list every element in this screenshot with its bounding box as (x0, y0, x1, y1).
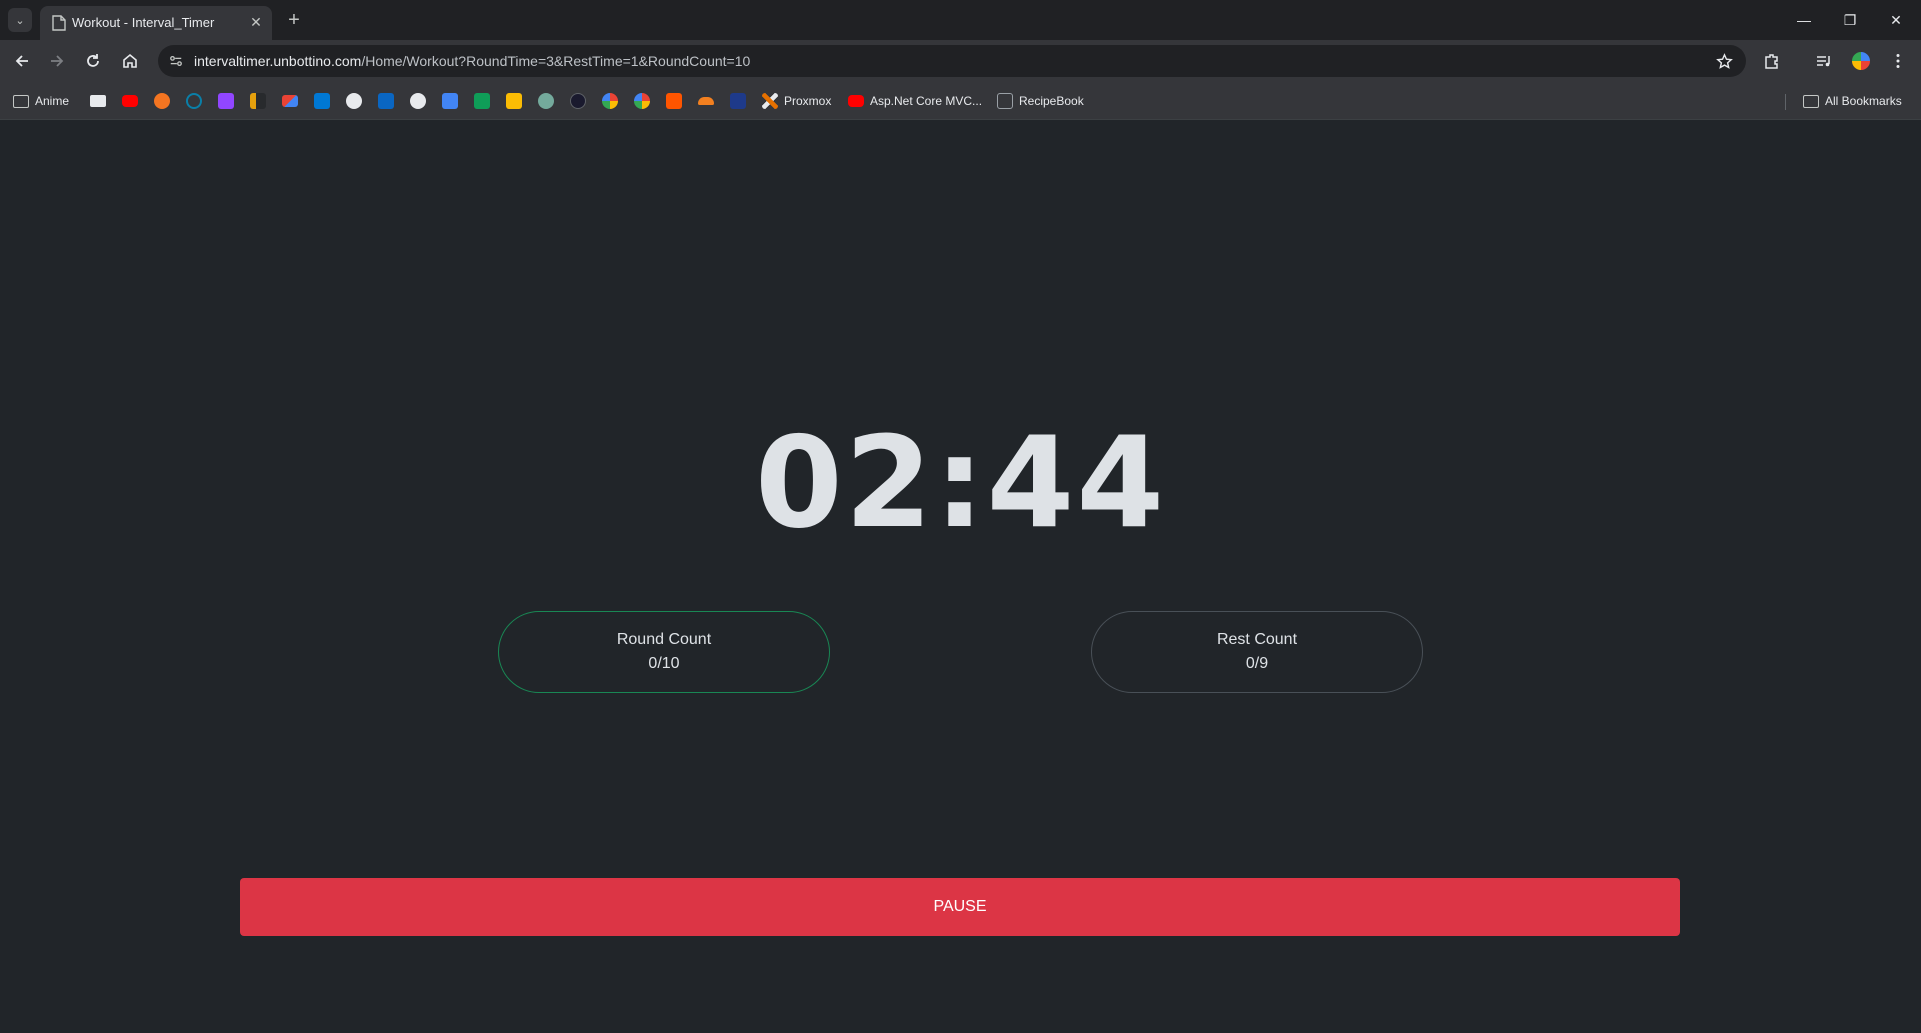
google-icon (602, 93, 618, 109)
soundcloud-icon (666, 93, 682, 109)
home-icon[interactable] (116, 47, 144, 75)
proxmox-icon (762, 93, 778, 109)
bookmark-youtube[interactable] (122, 90, 138, 112)
bookmark-gmail[interactable] (282, 90, 298, 112)
docs-icon (442, 93, 458, 109)
restore-icon[interactable]: ❐ (1827, 6, 1873, 34)
google-icon (634, 93, 650, 109)
bookmark-recipebook[interactable]: RecipeBook (997, 90, 1084, 112)
disney-icon (186, 93, 202, 109)
keep-icon (506, 93, 522, 109)
close-tab-icon[interactable]: ✕ (246, 12, 266, 32)
bookmark-label: RecipeBook (1019, 94, 1084, 108)
tab-title: Workout - Interval_Timer (72, 15, 215, 30)
chatgpt-icon (538, 93, 554, 109)
azure-icon (730, 93, 746, 109)
browser-toolbar: intervaltimer.unbottino.com/Home/Workout… (0, 40, 1921, 82)
bookmark-aspnet[interactable]: Asp.Net Core MVC... (848, 90, 982, 112)
crunchyroll-icon (154, 93, 170, 109)
bookmark-sheets[interactable] (474, 90, 490, 112)
bookmark-info[interactable] (410, 90, 426, 112)
new-tab-icon[interactable]: + (282, 8, 306, 32)
plex-icon (250, 93, 266, 109)
bookmark-app[interactable] (570, 90, 586, 112)
extensions-icon[interactable] (1760, 49, 1784, 73)
bookmark-label: Asp.Net Core MVC... (870, 94, 983, 108)
github-icon (346, 93, 362, 109)
bookmark-chatgpt[interactable] (538, 90, 554, 112)
tab-active[interactable]: Workout - Interval_Timer ✕ (40, 6, 272, 40)
url-path: /Home/Workout?RoundTime=3&RestTime=1&Rou… (361, 53, 751, 69)
folder-icon (1803, 94, 1819, 108)
bookmark-star-icon[interactable] (1714, 51, 1734, 71)
round-count-value: 0/10 (648, 655, 680, 672)
bookmark-google-2[interactable] (634, 90, 650, 112)
bookmark-folder-anime[interactable]: Anime (13, 90, 69, 112)
youtube-icon (848, 95, 864, 107)
page-icon (52, 15, 66, 31)
bookmark-google-1[interactable] (602, 90, 618, 112)
recipebook-icon (997, 93, 1013, 109)
menu-kebab-icon[interactable] (1886, 49, 1910, 73)
countdown-timer: 02:44 (754, 409, 1167, 556)
bookmark-cloudflare[interactable] (698, 90, 714, 112)
url-host: intervaltimer.unbottino.com (194, 53, 362, 69)
bookmark-twitch[interactable] (218, 90, 234, 112)
tab-strip: ⌄ Workout - Interval_Timer ✕ + — ❐ ✕ (0, 0, 1921, 40)
reload-icon[interactable] (79, 47, 107, 75)
rest-count-pill: Rest Count 0/9 (1091, 611, 1423, 693)
gmail-icon (282, 95, 298, 107)
bookmark-azure[interactable] (730, 90, 746, 112)
bookmark-keep[interactable] (506, 90, 522, 112)
cloudflare-icon (698, 97, 714, 105)
bookmark-crunchyroll[interactable] (154, 90, 170, 112)
rest-count-value: 0/9 (1245, 655, 1269, 672)
round-count-label: Round Count (616, 631, 712, 648)
twitch-icon (218, 93, 234, 109)
rest-count-label: Rest Count (1216, 631, 1298, 648)
bookmark-linkedin[interactable] (378, 90, 394, 112)
media-controls-icon[interactable] (1812, 49, 1836, 73)
bookmark-soundcloud[interactable] (666, 90, 682, 112)
bookmark-plex[interactable] (250, 90, 266, 112)
sheets-icon (474, 93, 490, 109)
forward-icon[interactable] (43, 47, 71, 75)
app-icon (570, 93, 586, 109)
tab-search-chevron-icon[interactable]: ⌄ (8, 8, 32, 32)
address-bar[interactable]: intervaltimer.unbottino.com/Home/Workout… (158, 45, 1746, 77)
site-info-icon[interactable] (166, 51, 186, 71)
bookmark-docs[interactable] (442, 90, 458, 112)
bookmark-outlook[interactable] (314, 90, 330, 112)
bookmark-stack[interactable] (90, 90, 106, 112)
bookmark-label: Proxmox (784, 94, 832, 108)
bookmark-github[interactable] (346, 90, 362, 112)
minimize-icon[interactable]: — (1781, 6, 1827, 34)
folder-icon (13, 94, 29, 108)
url-text: intervaltimer.unbottino.com/Home/Workout… (194, 53, 750, 69)
round-count-pill: Round Count 0/10 (498, 611, 830, 693)
bookmarks-divider (1785, 94, 1786, 110)
bookmark-proxmox[interactable]: Proxmox (762, 90, 831, 112)
back-icon[interactable] (8, 47, 36, 75)
close-window-icon[interactable]: ✕ (1873, 6, 1919, 34)
bookmarks-bar: Anime Proxmox Asp.Net Core MVC... Recipe… (0, 82, 1921, 120)
info-icon (410, 93, 426, 109)
profile-avatar[interactable] (1850, 50, 1872, 72)
all-bookmarks-button[interactable]: All Bookmarks (1803, 90, 1902, 112)
bookmark-disney[interactable] (186, 90, 202, 112)
linkedin-icon (378, 93, 394, 109)
bookmark-label: Anime (35, 94, 70, 108)
all-bookmarks-label: All Bookmarks (1825, 94, 1902, 108)
pause-button[interactable]: PAUSE (240, 878, 1680, 936)
stack-icon (90, 95, 106, 107)
workout-page: 02:44 Round Count 0/10 Rest Count 0/9 PA… (0, 120, 1921, 1033)
outlook-icon (314, 93, 330, 109)
youtube-icon (122, 95, 138, 107)
